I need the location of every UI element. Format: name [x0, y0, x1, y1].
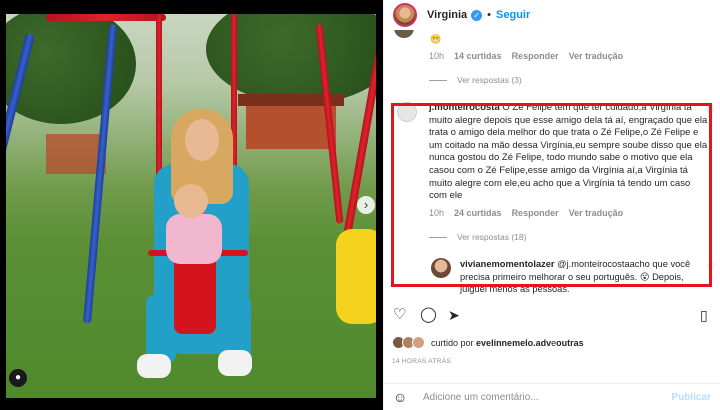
- author-avatar[interactable]: [393, 3, 417, 27]
- liked-by-row[interactable]: curtido por evelinnemelo.adv e outras: [392, 336, 584, 349]
- liked-by-user[interactable]: evelinnemelo.adv: [476, 338, 551, 348]
- comment-meta: 10h 14 curtidas Responder Ver tradução: [429, 51, 623, 61]
- emoji-reaction: 😬: [430, 34, 442, 44]
- emoji-picker-icon[interactable]: ☺: [393, 389, 413, 405]
- comment-time: 10h: [429, 51, 445, 61]
- comment-bubble-icon[interactable]: ◯: [420, 305, 437, 325]
- liked-by-others[interactable]: outras: [556, 338, 584, 348]
- post-actions-bar: ♡ ◯ ➤ ▯: [384, 305, 720, 327]
- verified-badge-icon: ✓: [471, 9, 483, 21]
- share-send-icon[interactable]: ➤: [448, 305, 460, 325]
- person-child: [166, 214, 222, 264]
- header-separator: •: [487, 9, 492, 21]
- post-timestamp[interactable]: 14 HORAS ATRÁS: [392, 358, 451, 365]
- comment-input[interactable]: [423, 391, 672, 403]
- reply-button[interactable]: Responder: [512, 51, 559, 61]
- like-heart-icon[interactable]: ♡: [393, 305, 406, 325]
- save-bookmark-icon[interactable]: ▯: [700, 305, 708, 325]
- translate-button[interactable]: Ver tradução: [569, 51, 624, 61]
- replies-divider: [429, 79, 447, 81]
- yellow-swing-seat: [336, 229, 376, 324]
- post-header: Virginia ✓ • Seguir: [384, 0, 720, 30]
- house: [246, 104, 336, 149]
- tagged-user-icon[interactable]: ●: [9, 369, 27, 387]
- comment-likes[interactable]: 14 curtidas: [454, 51, 502, 61]
- commenter-avatar[interactable]: [394, 30, 414, 38]
- person-shoe: [137, 354, 171, 378]
- add-comment-bar: ☺ Publicar: [384, 383, 720, 410]
- liked-by-prefix: curtido por: [431, 337, 474, 348]
- post-details-panel: Virginia ✓ • Seguir 😬 10h 14 curtidas Re…: [383, 0, 720, 410]
- person-child-head: [174, 184, 208, 218]
- view-replies-label: Ver respostas (3): [457, 75, 522, 85]
- publish-button[interactable]: Publicar: [672, 392, 711, 403]
- swing-top-bar: [46, 14, 166, 21]
- post-photo: [6, 14, 376, 398]
- red-highlight-box: [391, 103, 712, 287]
- follow-button[interactable]: Seguir: [496, 9, 530, 21]
- post-media: › ●: [0, 0, 383, 410]
- next-media-arrow-icon[interactable]: ›: [357, 196, 375, 214]
- view-replies-button[interactable]: Ver respostas (3): [429, 75, 522, 85]
- comments-list[interactable]: 😬 10h 14 curtidas Responder Ver tradução…: [384, 30, 720, 300]
- person-face: [185, 119, 219, 161]
- person-shoe: [218, 350, 252, 376]
- liker-avatar: [412, 336, 425, 349]
- author-username[interactable]: Virginia: [427, 9, 467, 21]
